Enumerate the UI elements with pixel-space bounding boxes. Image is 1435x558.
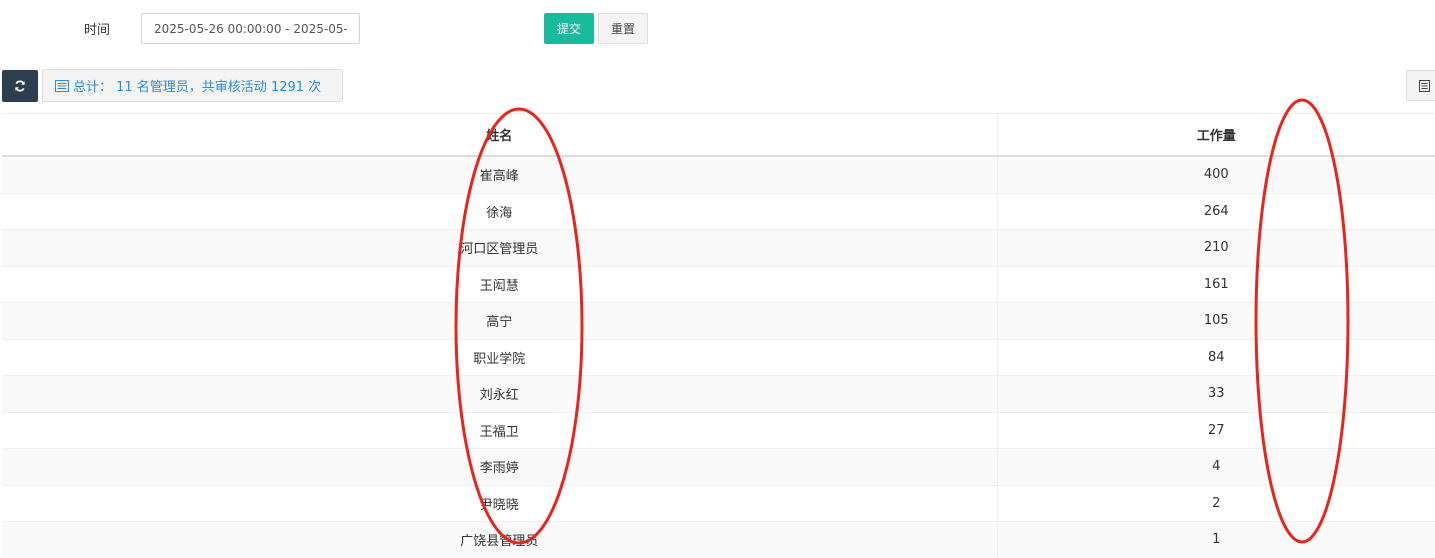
table-row: 尹晓晓 2	[2, 484, 1435, 522]
name-cell: 职业学院	[2, 338, 997, 376]
table-row: 崔高峰 400	[2, 155, 1435, 193]
table-row: 河口区管理员 210	[2, 229, 1435, 266]
name-cell: 王福卫	[2, 411, 997, 449]
table-header-row: 姓名 工作量	[2, 113, 1435, 157]
reset-button[interactable]: 重置	[598, 13, 648, 44]
summary-text: 总计： 11 名管理员，共审核活动 1291 次	[73, 80, 322, 95]
name-cell: 刘永红	[2, 375, 997, 412]
table-row: 高宁 105	[2, 302, 1435, 339]
name-cell: 徐海	[2, 192, 997, 230]
name-cell: 尹晓晓	[2, 484, 997, 522]
table-row: 王闳慧 161	[2, 265, 1435, 303]
summary-box: 总计： 11 名管理员，共审核活动 1291 次	[42, 69, 343, 102]
name-cell: 河口区管理员	[2, 229, 997, 266]
workload-cell: 27	[996, 411, 1435, 449]
columns-button[interactable]	[1406, 70, 1435, 101]
column-header-name[interactable]: 姓名	[2, 113, 997, 157]
workload-table-container: 姓名 工作量 崔高峰 400 徐海 264 河口区管理员 210 王闳慧 161 高宁 1…	[2, 113, 1435, 558]
submit-button[interactable]: 提交	[544, 13, 594, 44]
table-row: 王福卫 27	[2, 411, 1435, 449]
workload-table: 姓名 工作量 崔高峰 400 徐海 264 河口区管理员 210 王闳慧 161 高宁 1…	[2, 113, 1435, 558]
time-label: 时间	[84, 23, 111, 38]
table-row: 广饶县管理员 1	[2, 521, 1435, 558]
columns-icon	[1419, 79, 1430, 92]
workload-cell: 264	[996, 192, 1435, 230]
name-cell: 王闳慧	[2, 265, 997, 303]
name-cell: 崔高峰	[2, 155, 997, 193]
column-header-workload[interactable]: 工作量	[996, 113, 1435, 157]
table-row: 职业学院 84	[2, 338, 1435, 376]
refresh-button[interactable]	[2, 70, 38, 102]
workload-cell: 1	[996, 521, 1435, 558]
workload-cell: 4	[996, 448, 1435, 485]
workload-cell: 210	[996, 229, 1435, 266]
workload-cell: 400	[996, 155, 1435, 193]
name-cell: 广饶县管理员	[2, 521, 997, 558]
table-row: 李雨婷 4	[2, 448, 1435, 485]
table-row: 刘永红 33	[2, 375, 1435, 412]
time-range-input[interactable]	[141, 13, 360, 44]
name-cell: 高宁	[2, 302, 997, 339]
refresh-icon	[14, 80, 26, 92]
workload-cell: 33	[996, 375, 1435, 412]
name-cell: 李雨婷	[2, 448, 997, 485]
workload-cell: 105	[996, 302, 1435, 339]
table-row: 徐海 264	[2, 192, 1435, 230]
workload-cell: 84	[996, 338, 1435, 376]
list-icon	[55, 79, 69, 92]
workload-cell: 161	[996, 265, 1435, 303]
workload-cell: 2	[996, 484, 1435, 522]
